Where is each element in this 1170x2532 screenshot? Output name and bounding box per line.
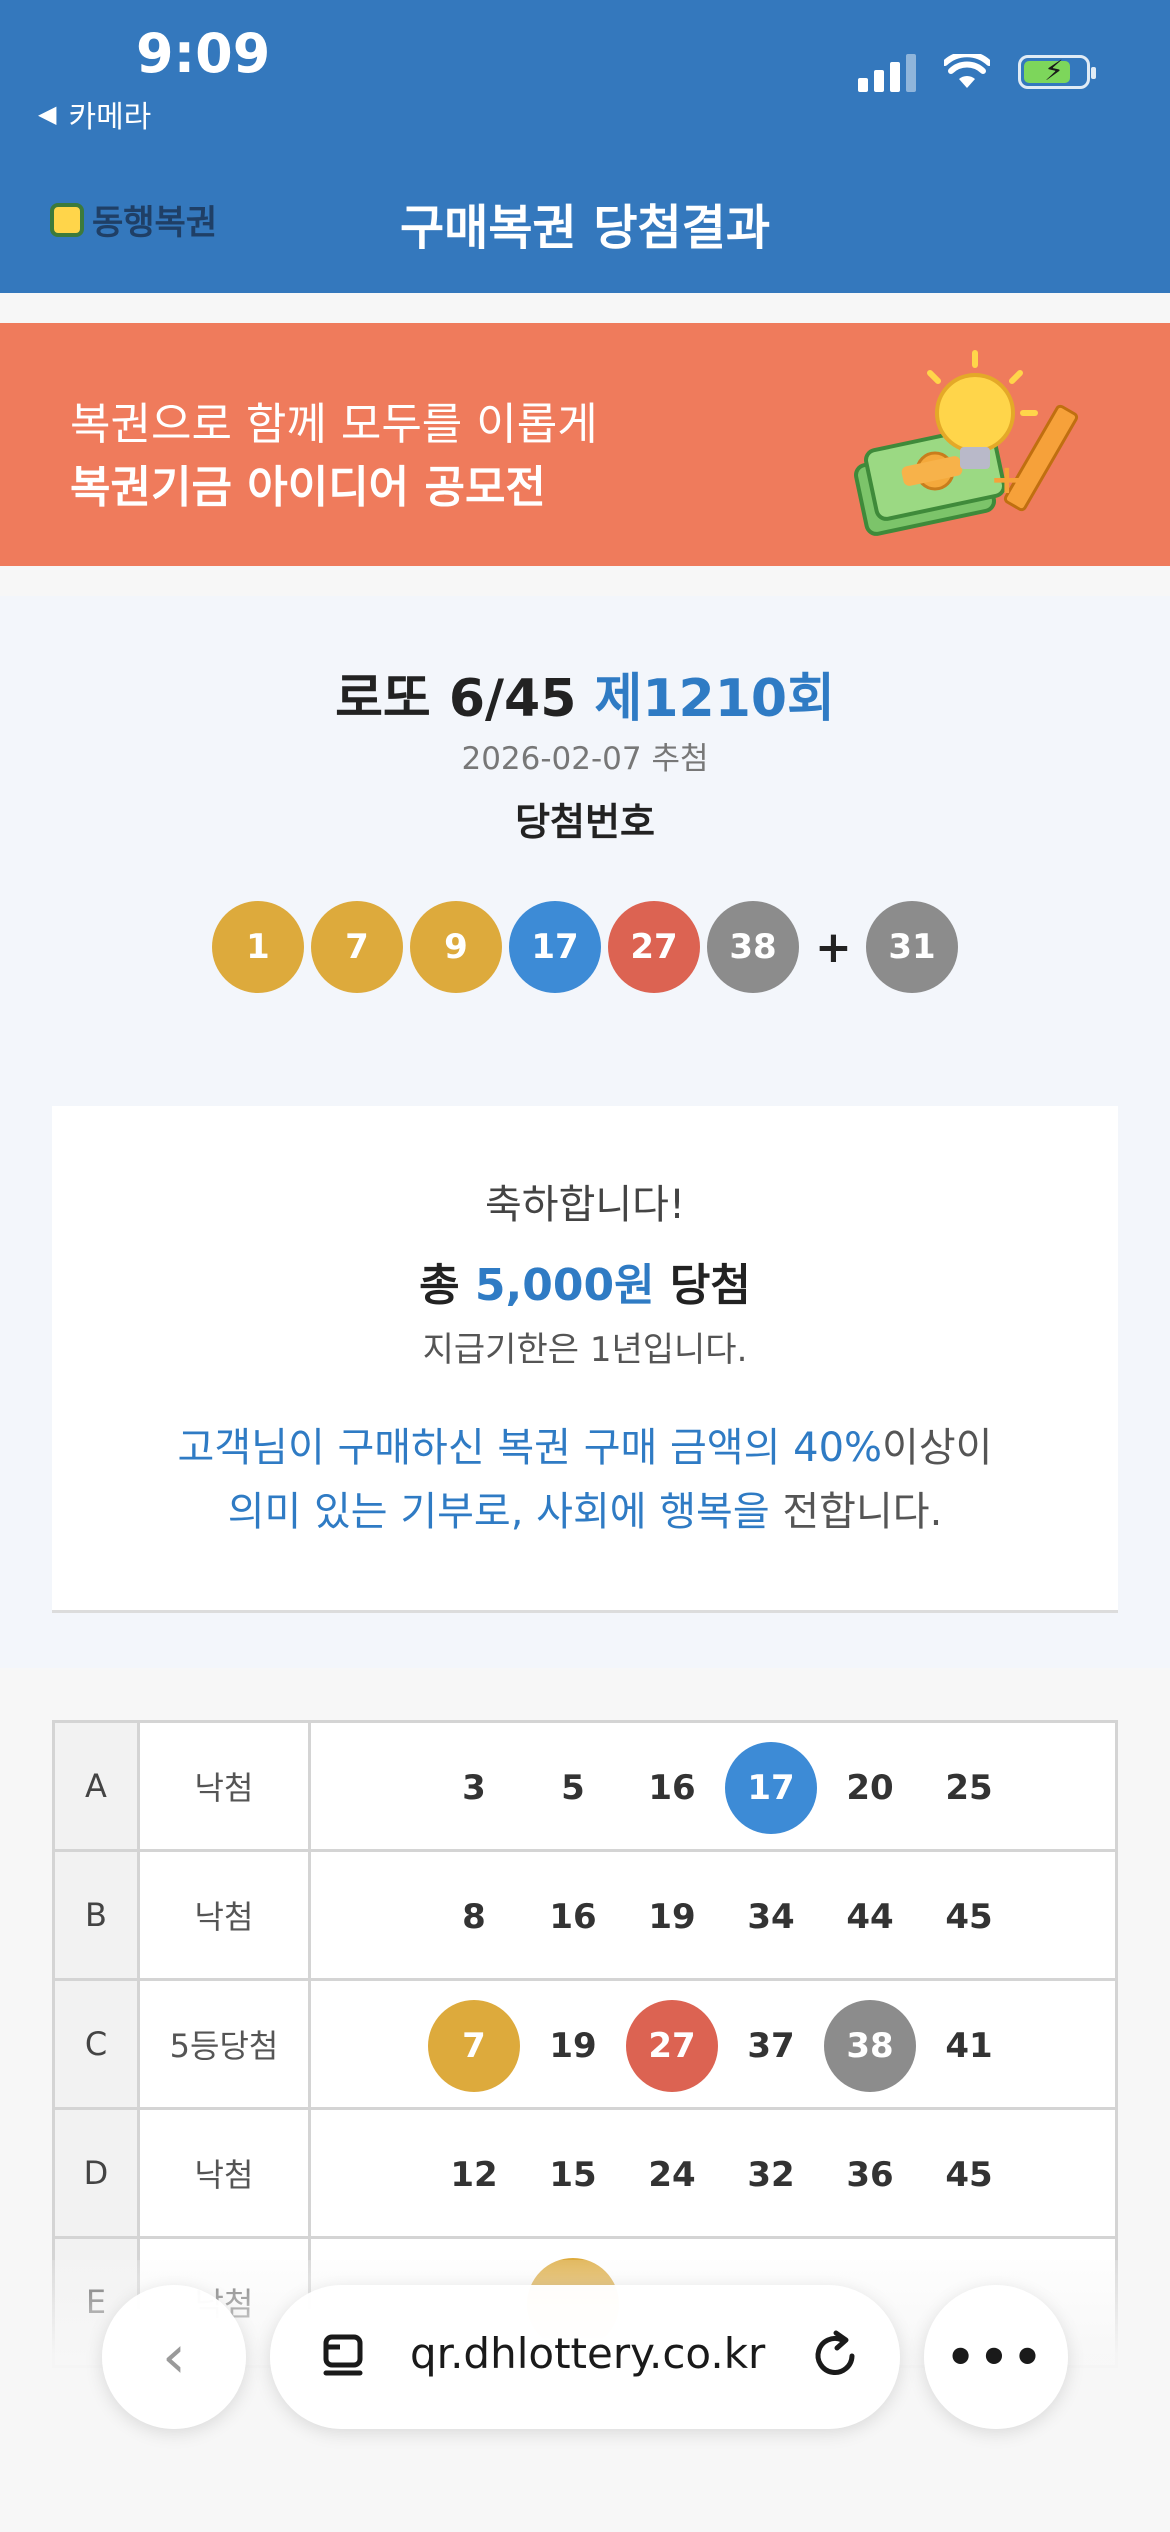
total-amount: 5,000원 — [474, 1260, 655, 1311]
ticket-result: 5등당첨 — [140, 1981, 311, 2110]
bonus-plus-sign: + — [815, 921, 852, 973]
total-suffix: 당첨 — [669, 1260, 751, 1311]
browser-more-button[interactable]: ••• — [924, 2285, 1068, 2429]
donation-line1-rest: 이상이 — [882, 1425, 993, 1471]
total-prize: 총 5,000원 당첨 — [52, 1249, 1118, 1313]
donation-line2-rest: 전합니다. — [769, 1489, 943, 1535]
chevron-left-icon: ‹ — [162, 2322, 186, 2392]
svg-text:+: + — [990, 457, 1024, 503]
ticket-row: B 낙첨 8 16 19 34 44 45 — [55, 1852, 1118, 1981]
donation-line1-highlight: 고객님이 구매하신 복권 구매 금액의 40% — [177, 1425, 883, 1471]
ticket-number: 3 — [462, 1768, 486, 1808]
money-lightbulb-pencil-illustration: + — [854, 350, 1079, 536]
ticket-number: 24 — [648, 2155, 696, 2195]
draw-results-section: 로또 6/45 제1210회 2026-02-07 추첨 당첨번호 1 7 9 … — [0, 596, 1170, 1668]
donation-message: 고객님이 구매하신 복권 구매 금액의 40%이상이 의미 있는 기부로, 사회… — [52, 1416, 1118, 1544]
ticket-number: 36 — [846, 2155, 894, 2195]
draw-round: 제1210회 — [594, 669, 835, 729]
idea-contest-banner[interactable]: 복권으로 함께 모두를 이롭게 복권기금 아이디어 공모전 + — [0, 323, 1170, 566]
ticket-game-label: D — [55, 2110, 140, 2239]
status-time: 9:09 — [136, 22, 271, 85]
tab-overview-icon — [323, 2334, 363, 2376]
status-icons: ⚡ — [858, 52, 1096, 92]
winning-ball: 1 — [212, 901, 304, 993]
banner-title: 복권기금 아이디어 공모전 — [70, 462, 546, 513]
draw-title: 로또 6/45 제1210회 — [0, 656, 1170, 731]
ticket-number: 8 — [462, 1897, 486, 1937]
matched-number-ball: 17 — [725, 1742, 817, 1834]
cellular-signal-icon — [858, 52, 916, 92]
ticket-number: 32 — [747, 2155, 795, 2195]
address-bar[interactable]: qr.dhlottery.co.kr — [270, 2285, 900, 2429]
ticket-numbers: 3 5 16 17 20 25 — [311, 1723, 1118, 1852]
ticket-number: 45 — [945, 2155, 993, 2195]
back-triangle-icon: ◀ — [38, 100, 57, 128]
wifi-icon — [944, 54, 990, 88]
ticket-row: A 낙첨 3 5 16 17 20 25 — [55, 1723, 1118, 1852]
ticket-game-label: B — [55, 1852, 140, 1981]
winning-ball: 7 — [311, 901, 403, 993]
matched-number-ball: 7 — [428, 2000, 520, 2092]
back-app-label: 카메라 — [68, 100, 152, 135]
reload-icon[interactable] — [806, 2327, 864, 2385]
banner-subtitle: 복권으로 함께 모두를 이롭게 — [70, 399, 598, 450]
ticket-number: 37 — [747, 2026, 795, 2066]
winning-summary-card: 축하합니다! 총 5,000원 당첨 지급기한은 1년입니다. 고객님이 구매하… — [52, 1106, 1118, 1613]
bonus-ball: 31 — [866, 901, 958, 993]
url-text: qr.dhlottery.co.kr — [410, 2329, 766, 2378]
winning-ball: 17 — [509, 901, 601, 993]
ticket-number: 16 — [549, 1897, 597, 1937]
ticket-numbers: 8 16 19 34 44 45 — [311, 1852, 1118, 1981]
ticket-number: 19 — [549, 2026, 597, 2066]
winning-numbers-row: 1 7 9 17 27 38 + 31 — [0, 901, 1170, 993]
ticket-number: 15 — [549, 2155, 597, 2195]
claim-deadline: 지급기한은 1년입니다. — [422, 1330, 748, 1370]
winning-ball: 27 — [608, 901, 700, 993]
winning-ball: 9 — [410, 901, 502, 993]
ticket-number: 44 — [846, 1897, 894, 1937]
battery-icon: ⚡ — [1018, 54, 1096, 89]
draw-date: 2026-02-07 추첨 — [461, 741, 709, 777]
ticket-number: 19 — [648, 1897, 696, 1937]
more-dots-icon: ••• — [945, 2330, 1047, 2384]
ticket-row: D 낙첨 12 15 24 32 36 45 — [55, 2110, 1118, 2239]
winning-numbers-label: 당첨번호 — [515, 800, 655, 844]
ticket-result: 낙첨 — [140, 1723, 311, 1852]
back-to-camera-link[interactable]: ◀ 카메라 — [38, 92, 151, 136]
ticket-number: 20 — [846, 1768, 894, 1808]
game-name: 로또 6/45 — [335, 669, 577, 729]
page-title: 구매복권 당첨결과 — [400, 200, 770, 256]
congrats-text: 축하합니다! — [484, 1182, 686, 1228]
ticket-game-label: C — [55, 1981, 140, 2110]
ticket-number: 45 — [945, 1897, 993, 1937]
ticket-result: 낙첨 — [140, 1852, 311, 1981]
donation-line2-highlight: 의미 있는 기부로, 사회에 행복을 — [227, 1489, 770, 1535]
total-prefix: 총 — [419, 1260, 460, 1311]
ticket-number: 12 — [450, 2155, 498, 2195]
matched-number-ball: 38 — [824, 2000, 916, 2092]
winning-ball: 38 — [707, 901, 799, 993]
ticket-number: 25 — [945, 1768, 993, 1808]
ticket-numbers: 7 19 27 37 38 41 — [311, 1981, 1118, 2110]
ticket-numbers: 12 15 24 32 36 45 — [311, 2110, 1118, 2239]
ticket-number: 41 — [945, 2026, 993, 2066]
app-header: 9:09 ◀ 카메라 ⚡ 동행복권 구매복권 당첨결과 — [0, 0, 1170, 293]
ticket-number: 34 — [747, 1897, 795, 1937]
ticket-game-label: A — [55, 1723, 140, 1852]
ticket-number: 16 — [648, 1768, 696, 1808]
ticket-row: C 5등당첨 7 19 27 37 38 41 — [55, 1981, 1118, 2110]
matched-number-ball: 27 — [626, 2000, 718, 2092]
browser-back-button[interactable]: ‹ — [102, 2285, 246, 2429]
ticket-result: 낙첨 — [140, 2110, 311, 2239]
ticket-number: 5 — [561, 1768, 585, 1808]
page: 9:09 ◀ 카메라 ⚡ 동행복권 구매복권 당첨결과 복권으로 함께 모두를 … — [0, 0, 1170, 2532]
